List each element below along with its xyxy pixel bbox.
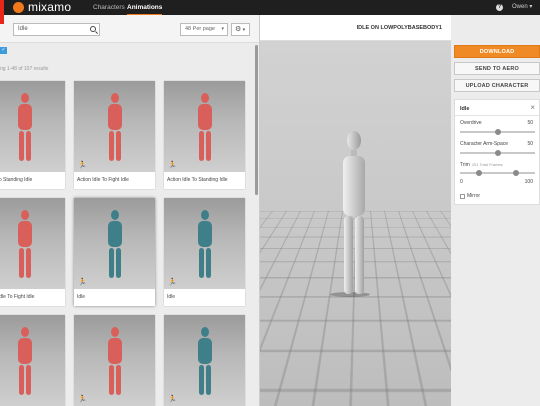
- arm-space-value: 50: [527, 141, 533, 147]
- running-man-icon: 🏃: [78, 162, 87, 169]
- animation-thumbnail[interactable]: 🏃: [74, 198, 155, 289]
- mirror-label: Mirror: [467, 193, 481, 199]
- animation-card[interactable]: 🏃 Action Idle To Fight Idle: [74, 81, 155, 189]
- running-man-icon: 🏃: [168, 279, 177, 286]
- trim-slider[interactable]: [460, 170, 535, 176]
- viewer-title: IDLE ON LOWPOLYBASEBODY1: [260, 15, 451, 41]
- animation-thumbnail[interactable]: 🏃: [74, 315, 155, 406]
- trim-label: Trim 251 Total Frames: [460, 162, 503, 168]
- user-menu[interactable]: Owen ▾: [512, 0, 532, 15]
- settings-dropdown[interactable]: ⚙ ▾: [231, 23, 250, 36]
- overdrive-slider[interactable]: [460, 129, 535, 135]
- animation-card[interactable]: 🏃 Idle: [74, 198, 155, 306]
- animation-thumbnail[interactable]: 🏃: [164, 198, 245, 289]
- help-icon[interactable]: ?: [496, 4, 503, 11]
- animation-card[interactable]: 🏃: [74, 315, 155, 406]
- chevron-down-icon: ▾: [221, 26, 224, 32]
- chevron-down-icon: ▾: [241, 27, 246, 33]
- animation-card[interactable]: 🏃: [164, 315, 245, 406]
- running-man-icon: 🏃: [168, 396, 177, 403]
- character-model: [330, 131, 370, 297]
- animation-figure: [197, 327, 212, 395]
- animation-figure: [107, 210, 122, 278]
- nav-characters[interactable]: Characters: [93, 0, 125, 15]
- animation-thumbnail[interactable]: 🏃: [74, 81, 155, 172]
- running-man-icon: 🏃: [78, 279, 87, 286]
- preview-viewer: IDLE ON LOWPOLYBASEBODY1: [260, 15, 451, 406]
- running-man-icon: 🏃: [168, 162, 177, 169]
- trim-min: 0: [460, 179, 463, 185]
- per-page-value: 48 Per page: [185, 26, 215, 32]
- animation-thumbnail[interactable]: 🏃: [0, 315, 65, 406]
- animation-card-label: Action Idle To Fight Idle: [77, 177, 129, 183]
- red-accent-strip: [0, 0, 4, 24]
- animation-card-label: ding Idle To Fight Idle: [0, 294, 35, 300]
- arm-space-slider-handle[interactable]: [494, 150, 501, 156]
- animation-card[interactable]: 🏃: [0, 315, 65, 406]
- arm-space-slider[interactable]: [460, 150, 535, 156]
- animation-thumbnail[interactable]: 🏃: [164, 81, 245, 172]
- mirror-checkbox[interactable]: [460, 194, 465, 199]
- animation-settings-panel: Idle × Overdrive 50 Character Arm-Space …: [454, 99, 540, 205]
- close-icon[interactable]: ×: [530, 103, 535, 112]
- animation-card-label: Idle To Standing Idle: [0, 177, 33, 183]
- animation-figure: [107, 93, 122, 161]
- overdrive-label: Overdrive: [460, 120, 482, 126]
- animation-card[interactable]: 🏃 Action Idle To Standing Idle: [164, 81, 245, 189]
- animation-thumbnail[interactable]: 🏃: [164, 315, 245, 406]
- top-bar: mixamo Characters Animations ? Owen ▾: [0, 0, 540, 15]
- animation-card[interactable]: 🏃 Idle: [164, 198, 245, 306]
- animation-figure: [17, 93, 32, 161]
- animation-card-label: Idle: [167, 294, 176, 300]
- trim-frames: 251 Total Frames: [471, 162, 503, 167]
- animation-figure: [197, 210, 212, 278]
- results-count: ng 1-48 of 107 results: [0, 66, 49, 72]
- animation-figure: [107, 327, 122, 395]
- animation-figure: [17, 210, 32, 278]
- animation-thumbnail[interactable]: 🏃: [0, 198, 65, 289]
- download-button[interactable]: DOWNLOAD: [454, 45, 540, 58]
- scrollbar[interactable]: [255, 45, 258, 195]
- mixamo-logo-icon[interactable]: [13, 2, 24, 13]
- animation-card[interactable]: 🏃 Idle To Standing Idle: [0, 81, 65, 189]
- 3d-stage[interactable]: [260, 41, 451, 406]
- animation-card-label: Idle: [77, 294, 86, 300]
- right-panel: DOWNLOAD SEND TO AERO UPLOAD CHARACTER I…: [451, 15, 540, 406]
- filter-toggle[interactable]: ✓: [0, 47, 7, 54]
- animation-card[interactable]: 🏃 ding Idle To Fight Idle: [0, 198, 65, 306]
- animation-thumbnail[interactable]: 🏃: [0, 81, 65, 172]
- animation-library-panel: Idle 48 Per page ▾ ⚙ ▾ ✓ ng 1-48 of 107 …: [0, 15, 260, 406]
- animation-figure: [17, 327, 32, 395]
- trim-title: Trim: [460, 162, 470, 168]
- trim-start-handle[interactable]: [475, 170, 482, 176]
- trim-max: 100: [524, 179, 533, 185]
- send-to-aero-button[interactable]: SEND TO AERO: [454, 62, 540, 75]
- animation-figure: [197, 93, 212, 161]
- search-input[interactable]: Idle: [13, 23, 100, 36]
- search-icon[interactable]: [90, 26, 96, 32]
- divider: [455, 115, 540, 116]
- overdrive-value: 50: [527, 120, 533, 126]
- trim-end-handle[interactable]: [513, 170, 520, 176]
- search-value: Idle: [18, 26, 28, 32]
- animation-card-label: Action Idle To Standing Idle: [167, 177, 228, 183]
- arm-space-label: Character Arm-Space: [460, 141, 509, 147]
- overdrive-slider-handle[interactable]: [494, 129, 501, 135]
- upload-character-button[interactable]: UPLOAD CHARACTER: [454, 79, 540, 92]
- brand-name[interactable]: mixamo: [28, 0, 71, 15]
- nav-animations[interactable]: Animations: [127, 0, 163, 15]
- library-toolbar: Idle 48 Per page ▾ ⚙ ▾: [0, 15, 259, 43]
- user-name: Owen: [512, 4, 528, 10]
- per-page-select[interactable]: 48 Per page ▾: [180, 23, 228, 36]
- running-man-icon: 🏃: [78, 396, 87, 403]
- settings-title: Idle: [460, 106, 470, 112]
